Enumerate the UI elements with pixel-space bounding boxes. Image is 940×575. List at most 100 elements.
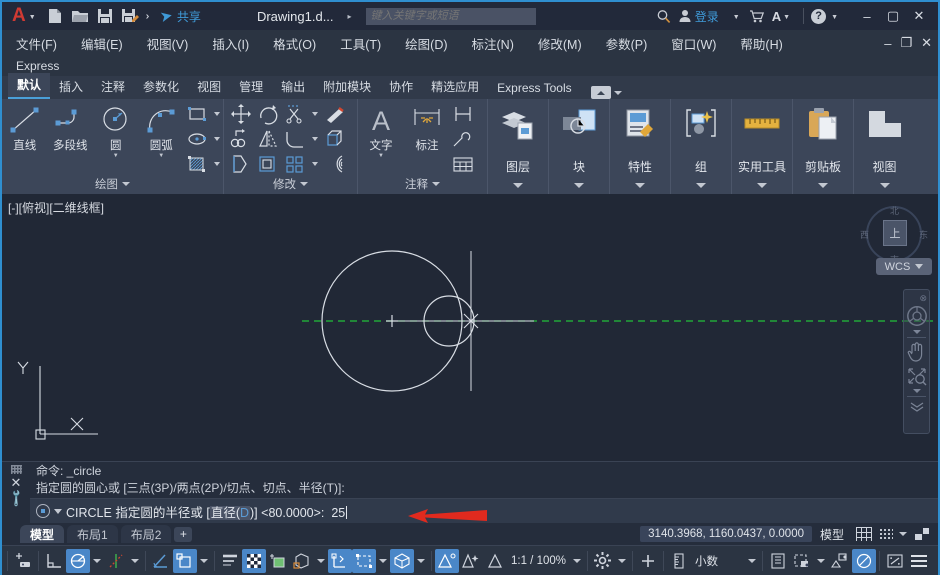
app-menu-chevron-down-icon[interactable]: ▼	[29, 14, 36, 21]
ribbon-panel-block[interactable]: 块	[549, 99, 610, 194]
object-snap-tracking-icon[interactable]	[104, 549, 128, 573]
new-file-icon[interactable]	[46, 7, 64, 25]
menu-item-modify[interactable]: 修改(M)	[538, 34, 582, 53]
erase-icon[interactable]	[322, 102, 348, 126]
ribbon-panel-annotation-title[interactable]: 注释	[358, 176, 487, 194]
rectangle-icon[interactable]	[184, 102, 210, 126]
ortho-mode-icon[interactable]	[42, 549, 66, 573]
command-input-line[interactable]: CIRCLE 指定圆的半径或 [直径(D)] <80.0000>: 25	[30, 498, 938, 523]
workspace-chevron-down-icon[interactable]	[617, 558, 626, 563]
customization-menu-icon[interactable]	[907, 549, 931, 573]
sign-in-button[interactable]: 登录	[695, 8, 719, 25]
array-icon[interactable]	[282, 152, 308, 176]
annotation-text-button[interactable]: A 文字 ▼	[358, 99, 404, 159]
ellipse-chevron-down-icon[interactable]	[214, 137, 220, 141]
autodesk-a-icon[interactable]: A	[772, 9, 781, 24]
ribbon-panel-view[interactable]: 视图	[854, 99, 915, 194]
document-chevron-right-icon[interactable]: ▸	[348, 12, 352, 21]
menu-item-edit[interactable]: 编辑(E)	[81, 34, 123, 53]
menu-item-format[interactable]: 格式(O)	[273, 34, 316, 53]
grid-display-icon[interactable]	[856, 527, 872, 541]
doc-minimize-button[interactable]: ‒	[884, 36, 891, 51]
steering-wheel-chevron-down-icon[interactable]	[912, 330, 921, 334]
steering-wheel-icon[interactable]	[906, 305, 928, 327]
layout-tab-model[interactable]: 模型	[20, 525, 65, 543]
modify-panel-chevron-down-icon[interactable]	[300, 182, 308, 186]
ribbon-panel-draw-title[interactable]: 绘图	[2, 176, 223, 194]
isometric-drafting-icon[interactable]	[149, 549, 173, 573]
close-button[interactable]: ✕	[906, 8, 932, 24]
navbar-close-icon[interactable]: ⊗	[919, 294, 927, 303]
leader-icon[interactable]	[450, 127, 476, 151]
object-snap-chevron-down-icon[interactable]	[200, 558, 208, 563]
isolate-objects-icon[interactable]	[790, 549, 814, 573]
ribbon-tab-collaborate[interactable]: 协作	[380, 75, 422, 99]
selection-filter-icon[interactable]	[352, 548, 376, 573]
ribbon-tab-home[interactable]: 默认	[8, 73, 51, 99]
annotation-panel-chevron-down-icon[interactable]	[432, 182, 440, 186]
units-label[interactable]: 小数	[691, 553, 722, 569]
view-cube-north-label[interactable]: 北	[890, 204, 899, 217]
move-icon[interactable]	[228, 102, 254, 126]
command-recent-icon[interactable]	[36, 504, 50, 518]
gizmo-chevron-down-icon[interactable]	[417, 558, 425, 563]
workspace-gear-icon[interactable]	[591, 549, 615, 573]
3d-object-snap-icon[interactable]	[290, 549, 314, 573]
draw-arc-chevron-down-icon[interactable]: ▼	[158, 153, 164, 159]
ribbon-tab-addins[interactable]: 附加模块	[314, 75, 380, 99]
trim-chevron-down-icon[interactable]	[312, 112, 318, 116]
object-snap-icon[interactable]	[173, 548, 197, 573]
draw-circle-button[interactable]: 圆 ▼	[93, 99, 139, 159]
menu-item-draw[interactable]: 绘图(D)	[405, 34, 447, 53]
hatch-icon[interactable]	[184, 152, 210, 176]
draw-line-button[interactable]: 直线	[2, 99, 48, 153]
selection-filter-chevron-down-icon[interactable]	[379, 558, 387, 563]
minimize-button[interactable]: ‒	[854, 9, 880, 24]
app-menu-icon[interactable]: A	[6, 5, 27, 27]
table-icon[interactable]	[450, 152, 476, 176]
ucs-selector[interactable]: WCS	[876, 258, 932, 275]
snap-dots-icon[interactable]	[879, 528, 893, 540]
group-chevron-down-icon[interactable]	[696, 183, 706, 188]
more-commands-icon[interactable]: ››	[146, 11, 151, 22]
layout-tab-layout1[interactable]: 布局1	[67, 525, 118, 543]
customization-icon[interactable]	[910, 527, 934, 541]
ribbon-panel-group[interactable]: 组	[671, 99, 732, 194]
ribbon-tab-insert[interactable]: 插入	[50, 75, 92, 99]
snap-chevron-down-icon[interactable]	[899, 532, 907, 536]
menu-item-dimension[interactable]: 标注(N)	[472, 34, 514, 53]
command-input-value[interactable]: 25	[331, 506, 345, 520]
user-icon[interactable]	[678, 9, 692, 23]
block-chevron-down-icon[interactable]	[574, 183, 584, 188]
save-as-icon[interactable]	[121, 7, 139, 25]
polar-chevron-down-icon[interactable]	[93, 558, 101, 563]
share-button[interactable]: ➤ 共享	[159, 7, 201, 26]
ribbon-minimize-control[interactable]	[590, 86, 622, 99]
ribbon-panel-layers[interactable]: 图层	[488, 99, 549, 194]
transparency-icon[interactable]	[242, 548, 266, 573]
annotation-scale-chevron-down-icon[interactable]	[572, 558, 581, 563]
menu-item-window[interactable]: 窗口(W)	[671, 34, 716, 53]
menu-item-tools[interactable]: 工具(T)	[340, 34, 381, 53]
menu-item-view[interactable]: 视图(V)	[147, 34, 189, 53]
pan-hand-icon[interactable]	[906, 341, 927, 363]
menu-item-parametric[interactable]: 参数(P)	[606, 34, 648, 53]
annotation-scale-icon[interactable]	[483, 549, 507, 573]
drawing-canvas[interactable]: [-][俯视][二维线框] 极轴: 26.5462 < 0° 上	[2, 194, 938, 461]
clean-screen-icon[interactable]	[851, 548, 876, 573]
fullscreen-icon[interactable]	[883, 549, 907, 573]
units-ruler-icon[interactable]	[667, 549, 691, 573]
annotation-dimension-button[interactable]: 标注	[404, 99, 450, 153]
layout-tab-layout2[interactable]: 布局2	[120, 525, 172, 543]
zoom-extents-icon[interactable]	[906, 366, 928, 386]
ribbon-tab-manage[interactable]: 管理	[230, 75, 272, 99]
rectangle-chevron-down-icon[interactable]	[214, 112, 220, 116]
navigation-bar[interactable]: ⊗	[903, 289, 930, 434]
autoscale-icon[interactable]	[459, 549, 483, 573]
properties-chevron-down-icon[interactable]	[635, 183, 645, 188]
ribbon-tab-parametric[interactable]: 参数化	[134, 75, 188, 99]
ribbon-tab-output[interactable]: 输出	[272, 75, 314, 99]
ribbon-panel-utilities[interactable]: 实用工具	[732, 99, 793, 194]
fillet-icon[interactable]	[282, 127, 308, 151]
menu-item-help[interactable]: 帮助(H)	[740, 34, 782, 53]
